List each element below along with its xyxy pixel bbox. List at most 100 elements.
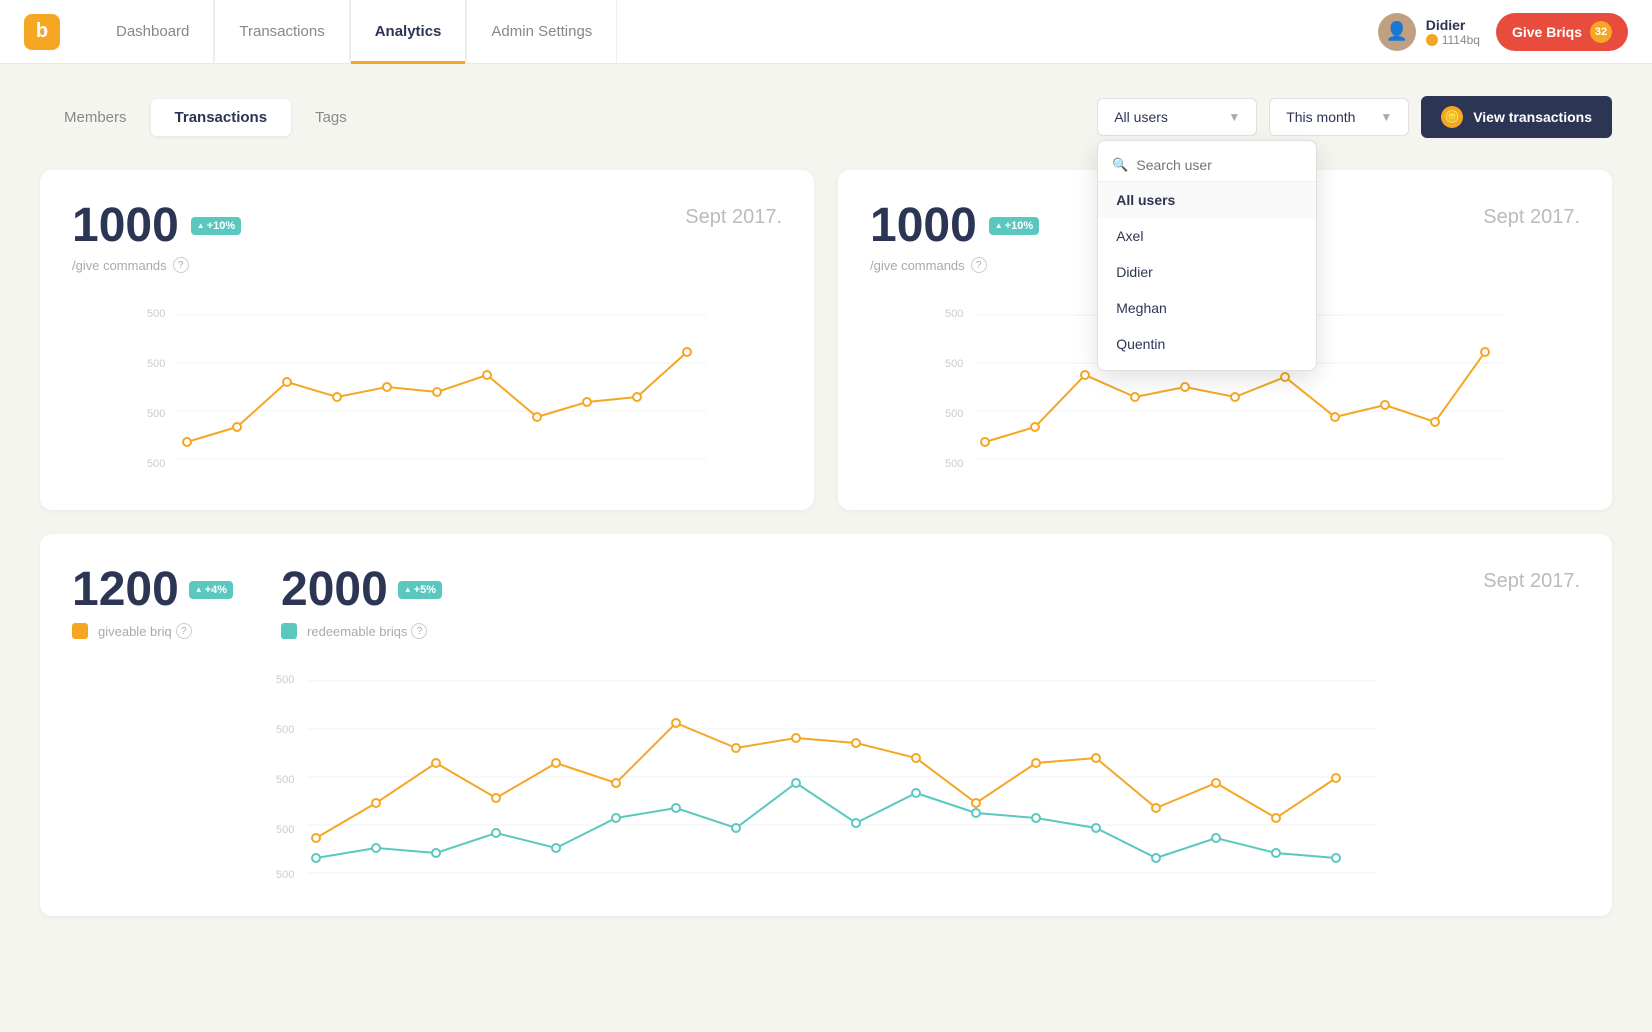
card1-date: Sept 2017. <box>685 206 782 229</box>
card2-date: Sept 2017. <box>1483 206 1580 229</box>
ydot-2 <box>372 799 380 807</box>
month-dropdown-trigger[interactable]: This month ▼ <box>1269 98 1409 136</box>
tdot-11 <box>912 789 920 797</box>
ydot-16 <box>1212 779 1220 787</box>
ydot-8 <box>732 744 740 752</box>
nav-transactions[interactable]: Transactions <box>214 0 349 64</box>
dot2-10 <box>1431 418 1439 426</box>
tdot-17 <box>1272 849 1280 857</box>
card2-value: 1000 <box>870 198 977 253</box>
ydot-7 <box>672 719 680 727</box>
ydot-14 <box>1092 754 1100 762</box>
tdot-16 <box>1212 834 1220 842</box>
dot1-11 <box>683 348 691 356</box>
tdot-13 <box>1032 814 1040 822</box>
give-count-badge: 32 <box>1590 21 1612 43</box>
tab-controls: All users ▼ 🔍 All users Axel <box>1097 96 1612 138</box>
tdot-12 <box>972 809 980 817</box>
view-button-label: View transactions <box>1473 109 1592 125</box>
dot1-2 <box>233 423 241 431</box>
ydot-5 <box>552 759 560 767</box>
app-logo: b <box>24 14 60 50</box>
view-transactions-button[interactable]: 🪙 View transactions <box>1421 96 1612 138</box>
ydot-1 <box>312 834 320 842</box>
tdot-5 <box>552 844 560 852</box>
tdot-14 <box>1092 824 1100 832</box>
tdot-7 <box>672 804 680 812</box>
card2-help-icon[interactable]: ? <box>971 257 987 273</box>
search-input[interactable] <box>1136 157 1302 173</box>
dropdown-item-all-users[interactable]: All users <box>1098 182 1316 218</box>
ydot-3 <box>432 759 440 767</box>
tdot-6 <box>612 814 620 822</box>
dot2-1 <box>981 438 989 446</box>
tdot-15 <box>1152 854 1160 862</box>
dropdown-item-didier[interactable]: Didier <box>1098 254 1316 290</box>
avatar: 👤 <box>1378 13 1416 51</box>
tab-transactions[interactable]: Transactions <box>151 99 292 136</box>
dot1-9 <box>583 398 591 406</box>
card1-badge: +10% <box>191 217 241 235</box>
tdot-10 <box>852 819 860 827</box>
bottom-val-2: 2000 +5% redeemable briqs ? <box>281 562 442 639</box>
ydot-6 <box>612 779 620 787</box>
bottom-values: 1200 +4% giveable briq ? 2000 +5% <box>72 562 442 639</box>
nav-admin-settings[interactable]: Admin Settings <box>466 0 617 64</box>
chart-teal-line <box>316 783 1336 858</box>
nav-links: Dashboard Transactions Analytics Admin S… <box>92 0 1378 64</box>
dot2-3 <box>1081 371 1089 379</box>
tdot-1 <box>312 854 320 862</box>
dropdown-search-container: 🔍 <box>1098 149 1316 182</box>
user-details: Didier 1114bq <box>1426 17 1480 47</box>
bottom-help-icon-2[interactable]: ? <box>411 623 427 639</box>
nav-dashboard[interactable]: Dashboard <box>92 0 214 64</box>
ydot-4 <box>492 794 500 802</box>
navbar: b Dashboard Transactions Analytics Admin… <box>0 0 1652 64</box>
y-label2-3: 500 <box>945 408 963 420</box>
user-dropdown-menu: 🔍 All users Axel Didier Meghan <box>1097 140 1317 371</box>
chevron-down-icon-month: ▼ <box>1380 110 1392 124</box>
tdot-18 <box>1332 854 1340 862</box>
dropdown-item-meghan[interactable]: Meghan <box>1098 290 1316 326</box>
dot2-11 <box>1481 348 1489 356</box>
ydot-12 <box>972 799 980 807</box>
dot2-9 <box>1381 401 1389 409</box>
bottom-date: Sept 2017. <box>1483 570 1580 593</box>
tdot-2 <box>372 844 380 852</box>
dropdown-item-quentin[interactable]: Quentin <box>1098 326 1316 362</box>
bottom-num-2: 2000 <box>281 562 388 617</box>
card-bottom: 1200 +4% giveable briq ? 2000 +5% <box>40 534 1612 916</box>
dot2-7 <box>1281 373 1289 381</box>
y-label-500-1: 500 <box>147 308 165 320</box>
chevron-down-icon: ▼ <box>1228 110 1240 124</box>
tdot-4 <box>492 829 500 837</box>
bottom-badge-2: +5% <box>398 581 442 599</box>
ydot-13 <box>1032 759 1040 767</box>
card1-help-icon[interactable]: ? <box>173 257 189 273</box>
user-info: 👤 Didier 1114bq <box>1378 13 1480 51</box>
card1-header: 1000 +10% Sept 2017. <box>72 198 782 253</box>
top-cards-row: 1000 +10% Sept 2017. /give commands ? 50… <box>40 170 1612 510</box>
tdot-8 <box>732 824 740 832</box>
y-label2-1: 500 <box>945 308 963 320</box>
y-label2-2: 500 <box>945 358 963 370</box>
dot1-3 <box>283 378 291 386</box>
y-label3-4: 500 <box>276 824 294 836</box>
y-label-500-3: 500 <box>147 408 165 420</box>
y-label-500-2: 500 <box>147 358 165 370</box>
dropdown-item-axel[interactable]: Axel <box>1098 218 1316 254</box>
bottom-help-icon-1[interactable]: ? <box>176 623 192 639</box>
dot2-2 <box>1031 423 1039 431</box>
card2-badge: +10% <box>989 217 1039 235</box>
ydot-17 <box>1272 814 1280 822</box>
dot2-8 <box>1331 413 1339 421</box>
tdot-9 <box>792 779 800 787</box>
user-dropdown-wrapper: All users ▼ 🔍 All users Axel <box>1097 98 1257 136</box>
dot2-4 <box>1131 393 1139 401</box>
nav-analytics[interactable]: Analytics <box>350 0 467 64</box>
user-dropdown-label: All users <box>1114 109 1168 125</box>
user-dropdown-trigger[interactable]: All users ▼ <box>1097 98 1257 136</box>
tab-tags[interactable]: Tags <box>291 99 371 136</box>
give-briqs-button[interactable]: Give Briqs 32 <box>1496 13 1628 51</box>
tab-members[interactable]: Members <box>40 99 151 136</box>
